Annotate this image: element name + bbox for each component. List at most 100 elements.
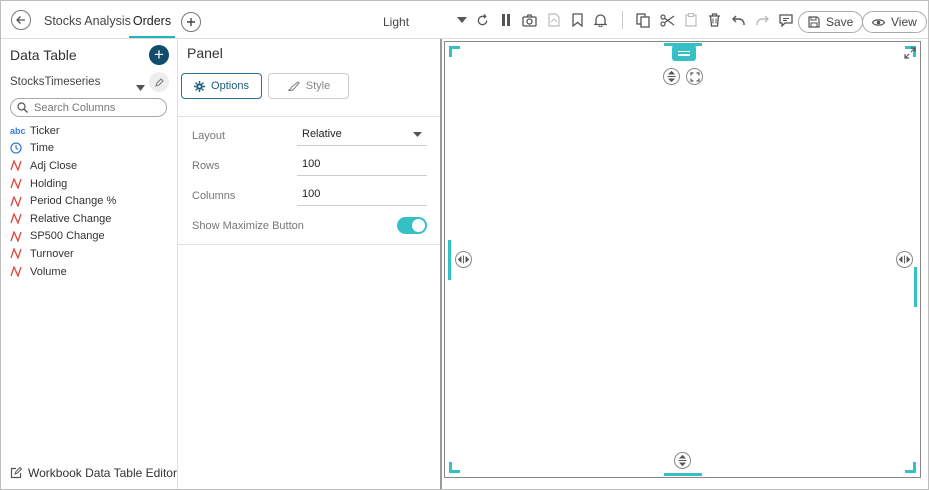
columns-input[interactable]: 100 — [297, 184, 427, 206]
style-tab-button[interactable]: Style — [268, 73, 349, 99]
panel-title: Panel — [187, 45, 223, 61]
corner-handle-bottom-left[interactable] — [449, 462, 460, 473]
maximize-frame-icon[interactable] — [686, 68, 703, 85]
toggle-knob — [412, 219, 425, 232]
snapshot-camera-icon[interactable] — [521, 12, 537, 28]
tab-stocks-analysis[interactable]: Stocks Analysis — [44, 1, 131, 38]
column-label: Volume — [30, 265, 67, 278]
numeric-type-icon — [10, 266, 30, 278]
numeric-type-icon — [10, 160, 30, 172]
view-button-label: View — [891, 15, 917, 29]
column-item-volume[interactable]: Volume — [10, 263, 170, 281]
theme-dropdown-caret-icon[interactable] — [454, 12, 470, 28]
data-table-panel: Data Table + StocksTimeseries abc Ticker… — [1, 39, 178, 489]
paste-clipboard-icon[interactable] — [683, 12, 699, 28]
split-horizontal-icon[interactable] — [455, 251, 472, 268]
search-columns-box — [10, 98, 167, 117]
data-source-dropdown-caret-icon[interactable] — [136, 78, 145, 96]
data-source-select[interactable]: StocksTimeseries — [10, 76, 100, 88]
gear-icon — [194, 80, 206, 92]
refresh-icon[interactable] — [474, 12, 490, 28]
data-table-title: Data Table — [10, 47, 77, 63]
clock-icon — [10, 142, 30, 155]
pause-icon[interactable] — [498, 12, 514, 28]
workbook-data-table-editor-link[interactable]: Workbook Data Table Editor — [10, 466, 177, 480]
column-item-turnover[interactable]: Turnover — [10, 245, 170, 263]
panel-splitter[interactable] — [440, 39, 442, 489]
search-columns-input[interactable] — [34, 101, 154, 114]
column-item-time[interactable]: Time — [10, 140, 170, 158]
comment-icon[interactable] — [778, 12, 794, 28]
eye-icon — [872, 18, 885, 26]
rows-label: Rows — [192, 160, 220, 172]
workbook-data-table-editor-label: Workbook Data Table Editor — [28, 466, 177, 480]
delete-trash-icon[interactable] — [706, 12, 722, 28]
split-horizontal-icon[interactable] — [896, 251, 913, 268]
right-edge-handle[interactable] — [914, 267, 917, 307]
edit-data-source-button[interactable] — [149, 72, 169, 92]
floppy-disk-icon — [808, 16, 820, 28]
text-type-icon: abc — [10, 125, 26, 136]
alert-bell-icon[interactable] — [592, 12, 608, 28]
expand-arrows-icon[interactable] — [904, 46, 916, 64]
theme-select[interactable]: Light — [383, 15, 409, 29]
column-label: Relative Change — [30, 212, 112, 225]
tab-orders[interactable]: Orders — [129, 1, 175, 38]
corner-handle-bottom-right[interactable] — [905, 462, 916, 473]
numeric-type-icon — [10, 213, 30, 225]
app-window: Stocks Analysis Orders Light Save View D… — [0, 0, 929, 490]
bottom-edge-handle[interactable] — [664, 473, 702, 476]
column-item-holding[interactable]: Holding — [10, 175, 170, 193]
column-label: Adj Close — [30, 159, 78, 172]
view-button[interactable]: View — [862, 11, 927, 33]
add-tab-button[interactable] — [181, 12, 201, 32]
save-button-label: Save — [826, 15, 854, 29]
add-data-table-button[interactable]: + — [149, 45, 169, 65]
numeric-type-icon — [10, 230, 30, 242]
panel-canvas[interactable] — [444, 41, 921, 478]
toolbar-divider — [622, 11, 623, 29]
layout-label: Layout — [192, 130, 226, 142]
rows-input[interactable]: 100 — [297, 154, 427, 176]
edit-square-icon — [10, 467, 22, 479]
left-edge-handle[interactable] — [448, 240, 451, 280]
column-list: abc Ticker Time Adj Close Holding Period… — [10, 122, 170, 280]
column-label: SP500 Change — [30, 230, 105, 243]
plus-icon: + — [154, 45, 164, 64]
options-tab-button[interactable]: Options — [181, 73, 262, 99]
style-tab-label: Style — [305, 80, 331, 92]
show-maximize-toggle[interactable] — [397, 217, 427, 234]
undo-icon[interactable] — [730, 12, 746, 28]
column-item-period-change[interactable]: Period Change % — [10, 192, 170, 210]
arrow-left-icon — [16, 16, 25, 24]
paint-brush-icon — [287, 80, 300, 91]
corner-handle-top-left[interactable] — [449, 46, 460, 57]
export-pdf-icon[interactable] — [546, 12, 562, 28]
numeric-type-icon — [10, 248, 30, 260]
options-tab-label: Options — [211, 80, 249, 92]
split-vertical-icon[interactable] — [663, 68, 680, 85]
column-item-relative-change[interactable]: Relative Change — [10, 210, 170, 228]
redo-icon[interactable] — [754, 12, 770, 28]
section-divider — [178, 116, 440, 117]
column-item-adj-close[interactable]: Adj Close — [10, 157, 170, 175]
section-divider — [178, 244, 440, 245]
column-label: Period Change % — [30, 195, 117, 208]
duplicate-icon[interactable] — [635, 12, 651, 28]
save-button[interactable]: Save — [798, 11, 864, 33]
back-button[interactable] — [11, 10, 31, 30]
numeric-type-icon — [10, 195, 30, 207]
column-label: Holding — [30, 177, 68, 190]
top-toolbar: Stocks Analysis Orders Light Save View — [1, 1, 928, 39]
split-vertical-icon[interactable] — [674, 452, 691, 469]
column-item-sp500-change[interactable]: SP500 Change — [10, 228, 170, 246]
column-label: Ticker — [30, 124, 60, 137]
pencil-icon — [154, 77, 164, 87]
layout-dropdown-caret-icon — [413, 132, 422, 137]
column-item-ticker[interactable]: abc Ticker — [10, 122, 170, 140]
cut-scissors-icon[interactable] — [659, 12, 675, 28]
menu-lines-icon[interactable] — [672, 45, 696, 61]
bookmark-icon[interactable] — [569, 12, 585, 28]
layout-select[interactable]: Relative — [297, 124, 427, 146]
columns-label: Columns — [192, 190, 236, 202]
